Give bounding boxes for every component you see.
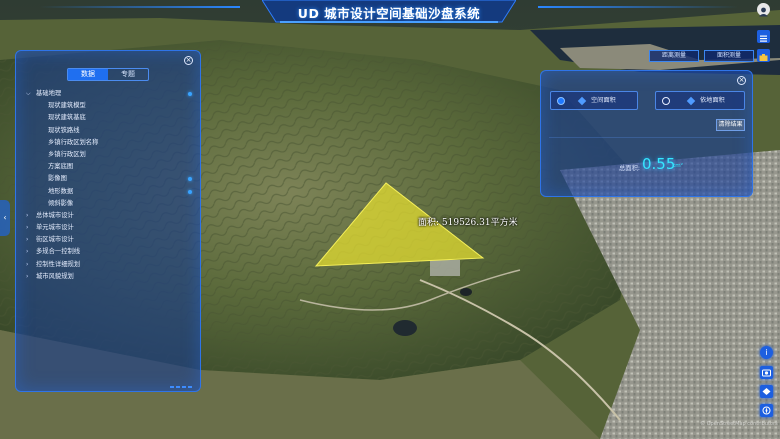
tree-label: 控制性详细规划 xyxy=(36,260,81,268)
header-right-line xyxy=(538,6,738,8)
tree-label: 方案底图 xyxy=(48,163,74,171)
space-area-option[interactable]: 空间面积 xyxy=(550,91,638,110)
distance-measure-button[interactable]: 距离测量 xyxy=(649,50,699,62)
chevron-right-icon[interactable]: › xyxy=(26,222,28,234)
tree-group[interactable]: › 街区城市设计 xyxy=(24,234,200,246)
space-area-label: 空间面积 xyxy=(591,97,616,104)
diamond-icon xyxy=(577,96,587,106)
tab-data[interactable]: 数据 xyxy=(68,69,108,80)
list-icon[interactable] xyxy=(757,30,770,43)
chevron-right-icon[interactable]: › xyxy=(26,271,28,283)
tree-label: 现状铁路线 xyxy=(48,126,80,134)
tree-label: 基础地理 xyxy=(36,90,62,97)
tree-group[interactable]: › 多规合一控制线 xyxy=(24,246,200,258)
radio-unselected-icon xyxy=(662,97,670,105)
layers-icon[interactable] xyxy=(760,385,773,398)
tree-item[interactable]: 现状建筑模型 xyxy=(24,100,200,112)
tree-group[interactable]: › 总体城市设计 xyxy=(24,210,200,222)
clear-results-button[interactable]: 清除结果 xyxy=(716,119,745,131)
tree-label: 乡镇行政区划名称 xyxy=(48,138,99,146)
toolbox-icon[interactable] xyxy=(757,49,770,62)
tree-item[interactable]: 地形数据 xyxy=(24,186,200,198)
chevron-down-icon[interactable]: ⌵ xyxy=(26,88,31,100)
chevron-right-icon[interactable]: › xyxy=(26,234,28,246)
tree-group[interactable]: ⌵ 基础地理 xyxy=(24,88,200,100)
tab-topic[interactable]: 专题 xyxy=(108,69,148,80)
reservoir xyxy=(393,320,417,336)
total-area-label: 总面积: xyxy=(619,165,641,172)
tree-label: 街区城市设计 xyxy=(36,236,74,244)
tree-item[interactable]: 乡镇行政区划 xyxy=(24,149,200,161)
tree-label: 现状建筑模型 xyxy=(48,102,86,110)
ground-area-label: 依地面积 xyxy=(700,97,725,104)
tree-label: 倾斜影像 xyxy=(48,199,74,207)
diamond-icon xyxy=(686,96,696,106)
visible-indicator-icon[interactable] xyxy=(188,189,192,194)
tree-group[interactable]: › 控制性详细规划 xyxy=(24,259,200,271)
tree-label: 乡镇行政区划 xyxy=(48,150,86,158)
tree-item[interactable]: 倾斜影像 xyxy=(24,198,200,210)
map-viewport[interactable]: UD 城市设计空间基础沙盘系统 距离测量 面积测量 ‹ × 数据 专题 ⌵ 基础地… xyxy=(0,0,780,439)
chevron-right-icon[interactable]: › xyxy=(26,259,28,271)
total-area-value: 0.55 xyxy=(642,155,676,173)
chevron-right-icon[interactable]: › xyxy=(26,210,28,222)
tree-label: 单元城市设计 xyxy=(36,224,74,232)
close-icon[interactable]: × xyxy=(737,76,746,85)
tree-item[interactable]: 影像图 xyxy=(24,173,200,185)
tree-label: 城市风貌规划 xyxy=(36,272,74,280)
user-avatar-icon[interactable] xyxy=(757,3,770,17)
divider xyxy=(549,137,745,138)
tree-group[interactable]: › 单元城市设计 xyxy=(24,222,200,234)
tree-label: 多规合一控制线 xyxy=(36,248,81,256)
ground-area-option[interactable]: 依地面积 xyxy=(655,91,745,110)
tree-item[interactable]: 乡镇行政区划名称 xyxy=(24,137,200,149)
area-measure-label: 面积: 519526.31平方米 xyxy=(418,218,518,228)
panel-decoration xyxy=(170,386,194,388)
area-measure-panel: × 空间面积 依地面积 清除结果 总面积: 0.55 km² xyxy=(540,70,753,197)
tree-item[interactable]: 现状铁路线 xyxy=(24,125,200,137)
app-title: UD 城市设计空间基础沙盘系统 xyxy=(297,6,481,21)
tree-label: 地形数据 xyxy=(48,187,74,195)
info-icon[interactable]: i xyxy=(760,346,773,359)
area-measure-button[interactable]: 面积测量 xyxy=(704,50,754,62)
tree-group[interactable]: › 城市风貌规划 xyxy=(24,271,200,283)
tree-label: 影像图 xyxy=(48,175,67,183)
layer-panel: × 数据 专题 ⌵ 基础地理现状建筑模型 现状建筑基底 现状铁路线乡镇行政区划名称 乡镇… xyxy=(15,50,201,392)
tree-label: 总体城市设计 xyxy=(36,211,74,219)
tree-item[interactable]: 方案底图 xyxy=(24,161,200,173)
collapse-panel-button[interactable]: ‹ xyxy=(0,200,10,236)
radio-selected-icon xyxy=(557,97,565,105)
visible-indicator-icon[interactable] xyxy=(188,92,192,96)
tree-label: 现状建筑基底 xyxy=(48,114,86,122)
camera-icon[interactable] xyxy=(760,366,773,379)
layer-tabs: 数据 专题 xyxy=(67,68,149,81)
total-area-unit: km² xyxy=(672,163,683,169)
app-header: UD 城市设计空间基础沙盘系统 xyxy=(262,0,516,24)
copyright-text: © OpenStreetMap contributors xyxy=(700,421,778,427)
layer-tree: ⌵ 基础地理现状建筑模型 现状建筑基底 现状铁路线乡镇行政区划名称 乡镇行政区划 方案底图… xyxy=(24,88,200,283)
header-left-line xyxy=(40,6,240,8)
compass-icon[interactable] xyxy=(760,404,773,417)
close-icon[interactable]: × xyxy=(184,56,193,65)
reservoir xyxy=(460,288,472,296)
visible-indicator-icon[interactable] xyxy=(188,177,192,182)
tree-item[interactable]: 现状建筑基底 xyxy=(24,112,200,124)
chevron-right-icon[interactable]: › xyxy=(26,246,28,258)
